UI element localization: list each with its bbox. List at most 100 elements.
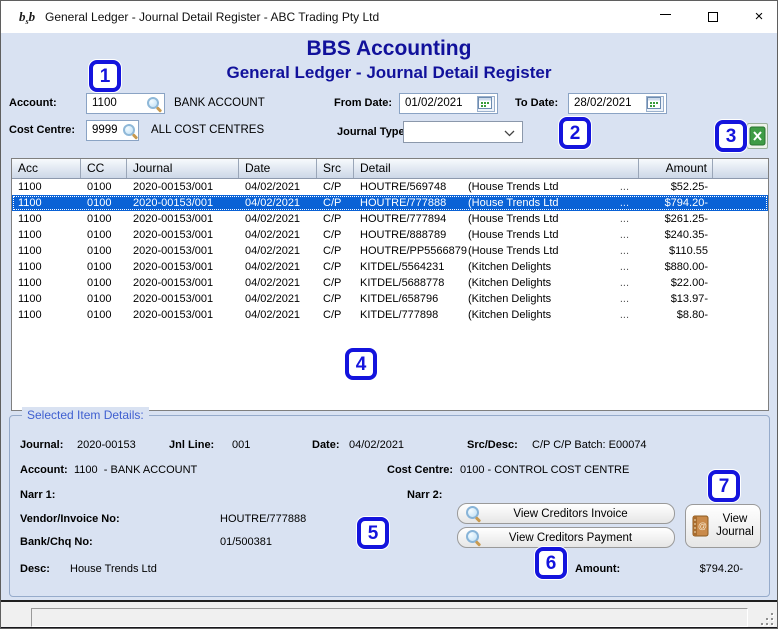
cost-centre-description: ALL COST CENTRES <box>151 124 265 136</box>
detail-journal-value: 2020-00153 <box>77 439 136 451</box>
table-row[interactable]: 1100 0100 2020-00153/001 04/02/2021 C/P … <box>12 227 768 243</box>
cost-centre-label: Cost Centre: <box>9 124 76 136</box>
cell-journal: 2020-00153/001 <box>133 213 214 225</box>
close-button[interactable]: × <box>741 1 777 33</box>
detail-vendor-invoice-label: Vendor/Invoice No: <box>20 513 120 525</box>
table-row[interactable]: 1100 0100 2020-00153/001 04/02/2021 C/P … <box>12 243 768 259</box>
cell-cc: 0100 <box>87 229 112 241</box>
col-header-detail[interactable]: Detail <box>354 159 639 178</box>
cell-cc: 0100 <box>87 181 112 193</box>
cell-journal: 2020-00153/001 <box>133 261 214 273</box>
from-date-input[interactable]: 01/02/2021 <box>399 93 498 114</box>
app-title: BBS Accounting <box>306 37 472 60</box>
cell-src: C/P <box>323 261 342 273</box>
cell-acc: 1100 <box>18 213 42 225</box>
cell-acc: 1100 <box>18 293 42 305</box>
cell-detail: HOUTRE/569748 (House Trends Ltd ... <box>360 181 629 193</box>
cost-centre-lookup-icon[interactable] <box>123 124 137 138</box>
maximize-icon <box>708 12 718 22</box>
cell-journal: 2020-00153/001 <box>133 309 214 321</box>
cell-journal: 2020-00153/001 <box>133 293 214 305</box>
detail-date-value: 04/02/2021 <box>349 439 405 451</box>
cell-cc: 0100 <box>87 245 112 257</box>
cell-src: C/P <box>323 293 342 305</box>
cell-date: 04/02/2021 <box>245 229 301 241</box>
cell-src: C/P <box>323 229 342 241</box>
titlebar: bsb General Ledger - Journal Detail Regi… <box>1 1 777 33</box>
journal-type-select[interactable] <box>403 121 523 143</box>
to-date-input[interactable]: 28/02/2021 <box>568 93 667 114</box>
cell-amount: $110.55 <box>669 245 708 257</box>
window-title: General Ledger - Journal Detail Register… <box>45 10 380 24</box>
to-date-label: To Date: <box>515 97 559 109</box>
detail-bank-chq-label: Bank/Chq No: <box>20 536 93 548</box>
cell-src: C/P <box>323 181 342 193</box>
detail-narr1-label: Narr 1: <box>20 489 56 501</box>
detail-amount-value: $794.20- <box>699 563 743 575</box>
cell-journal: 2020-00153/001 <box>133 181 214 193</box>
search-icon <box>466 506 481 521</box>
account-description: BANK ACCOUNT <box>174 97 265 109</box>
from-date-calendar-icon[interactable] <box>477 96 495 112</box>
cell-date: 04/02/2021 <box>245 197 301 209</box>
cell-acc: 1100 <box>18 245 42 257</box>
cell-amount: $880.00- <box>664 261 708 273</box>
view-creditors-payment-button[interactable]: View Creditors Payment <box>457 527 675 548</box>
table-row[interactable]: 1100 0100 2020-00153/001 04/02/2021 C/P … <box>12 211 768 227</box>
cell-cc: 0100 <box>87 213 112 225</box>
detail-src-desc-value: C/P C/P Batch: E00074 <box>532 439 647 451</box>
grid-header: Acc CC Journal Date Src Detail Amount <box>12 159 768 179</box>
callout-2: 2 <box>559 117 591 149</box>
cell-amount: $52.25- <box>670 181 708 193</box>
col-header-acc[interactable]: Acc <box>12 159 81 178</box>
chevron-down-icon <box>504 130 515 137</box>
cell-detail: KITDEL/5564231 (Kitchen Delights ... <box>360 261 629 273</box>
panel-legend: Selected Item Details: <box>22 407 149 423</box>
table-row[interactable]: 1100 0100 2020-00153/001 04/02/2021 C/P … <box>12 259 768 275</box>
view-creditors-invoice-button[interactable]: View Creditors Invoice <box>457 503 675 524</box>
cell-amount: $8.80- <box>676 309 708 321</box>
maximize-button[interactable] <box>695 1 731 33</box>
cell-amount: $240.35- <box>664 229 708 241</box>
detail-src-desc-label: Src/Desc: <box>467 439 518 451</box>
col-header-src[interactable]: Src <box>317 159 354 178</box>
col-header-date[interactable]: Date <box>239 159 317 178</box>
detail-date-label: Date: <box>312 439 340 451</box>
cell-date: 04/02/2021 <box>245 309 301 321</box>
resize-grip[interactable] <box>759 613 773 625</box>
cell-detail: HOUTRE/777888 (House Trends Ltd ... <box>360 197 629 209</box>
to-date-calendar-icon[interactable] <box>646 96 664 112</box>
cell-date: 04/02/2021 <box>245 277 301 289</box>
from-date-label: From Date: <box>334 97 393 109</box>
cell-detail: KITDEL/777898 (Kitchen Delights ... <box>360 309 629 321</box>
col-header-journal[interactable]: Journal <box>127 159 239 178</box>
cell-cc: 0100 <box>87 293 112 305</box>
cell-detail: HOUTRE/PP5566879 (House Trends Ltd ... <box>360 245 629 257</box>
table-row[interactable]: 1100 0100 2020-00153/001 04/02/2021 C/P … <box>12 307 768 323</box>
minimize-button[interactable] <box>647 1 683 33</box>
cell-acc: 1100 <box>18 261 42 273</box>
excel-icon <box>749 126 766 146</box>
journal-type-label: Journal Type: <box>337 126 409 138</box>
cell-acc: 1100 <box>18 277 42 289</box>
cell-date: 04/02/2021 <box>245 245 301 257</box>
export-excel-button[interactable] <box>747 123 768 149</box>
view-journal-button[interactable]: @ View Journal <box>685 504 761 548</box>
detail-jnl-line-value: 001 <box>232 439 251 451</box>
cell-detail: KITDEL/658796 (Kitchen Delights ... <box>360 293 629 305</box>
table-row[interactable]: 1100 0100 2020-00153/001 04/02/2021 C/P … <box>12 291 768 307</box>
callout-3: 3 <box>715 120 747 152</box>
cost-centre-input[interactable]: 9999 <box>86 120 139 141</box>
selected-item-details-panel: Selected Item Details: Journal: 2020-001… <box>9 407 770 597</box>
account-lookup-icon[interactable] <box>147 97 161 111</box>
detail-cost-centre-label: Cost Centre: <box>387 464 454 476</box>
table-row[interactable]: 1100 0100 2020-00153/001 04/02/2021 C/P … <box>12 179 768 195</box>
journal-book-icon: @ <box>692 515 709 537</box>
col-header-amount[interactable]: Amount <box>639 159 713 178</box>
table-row[interactable]: 1100 0100 2020-00153/001 04/02/2021 C/P … <box>12 275 768 291</box>
account-input[interactable]: 1100 <box>86 93 165 114</box>
statusbar-panel <box>31 608 748 627</box>
col-header-cc[interactable]: CC <box>81 159 127 178</box>
detail-jnl-line-label: Jnl Line: <box>169 439 215 451</box>
table-row[interactable]: 1100 0100 2020-00153/001 04/02/2021 C/P … <box>12 195 768 211</box>
